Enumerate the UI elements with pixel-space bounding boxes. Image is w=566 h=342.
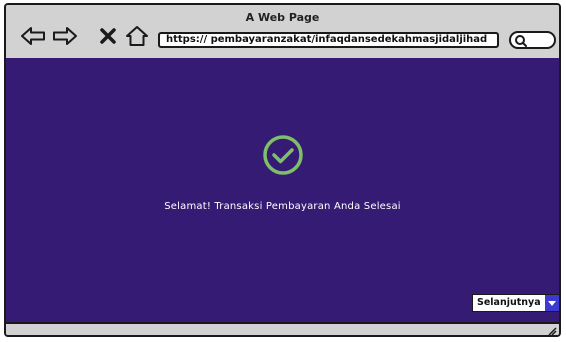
page-title: A Web Page xyxy=(245,11,320,24)
browser-toolbar: A Web Page https:// pembayaranzakat/infa… xyxy=(6,5,559,60)
page-content: Selamat! Transaksi Pembayaran Anda Seles… xyxy=(6,58,559,322)
search-icon xyxy=(515,35,527,47)
forward-arrow-icon[interactable] xyxy=(52,25,78,47)
search-input[interactable] xyxy=(509,31,556,49)
success-message: Selamat! Transaksi Pembayaran Anda Seles… xyxy=(164,201,401,212)
check-circle-icon xyxy=(263,135,303,175)
next-dropdown-label: Selanjutnya xyxy=(477,297,541,308)
next-dropdown[interactable]: Selanjutnya xyxy=(472,294,559,312)
resize-grip-icon[interactable] xyxy=(547,326,557,336)
chevron-down-icon[interactable] xyxy=(544,295,559,311)
status-bar xyxy=(6,322,559,336)
browser-window: A Web Page https:// pembayaranzakat/infa… xyxy=(4,3,561,337)
address-bar[interactable]: https:// pembayaranzakat/infaqdansedekah… xyxy=(158,32,499,48)
back-arrow-icon[interactable] xyxy=(20,25,46,47)
home-icon[interactable] xyxy=(125,25,149,47)
close-icon[interactable] xyxy=(98,25,118,47)
